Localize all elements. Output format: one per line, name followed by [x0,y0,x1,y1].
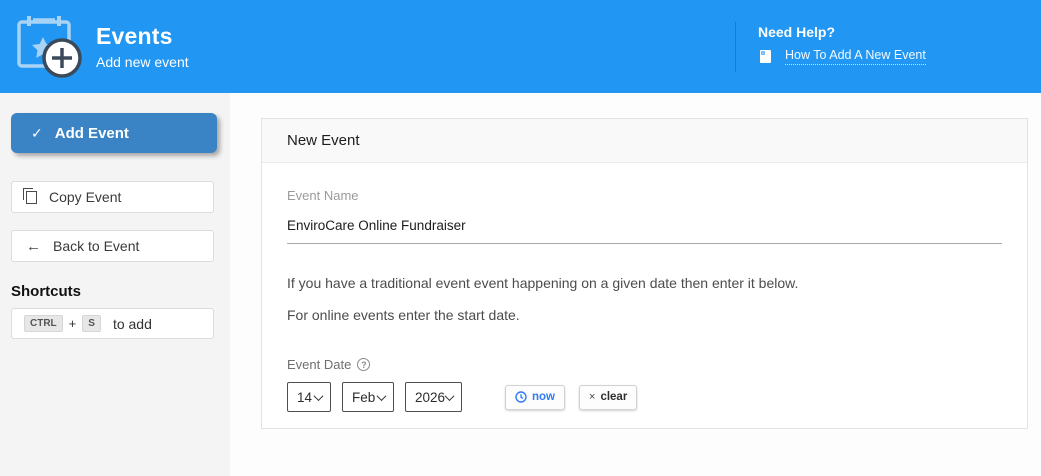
copy-icon [23,187,37,204]
help-area: Need Help? How To Add A New Event [735,22,926,72]
event-name-input[interactable]: EnviroCare Online Fundraiser [287,218,1002,244]
back-to-event-label: Back to Event [53,238,140,254]
calendar-star-plus-icon [17,15,82,78]
month-select-value: Feb [352,389,376,405]
sidebar: ✓ Add Event Copy Event ← Back to Event S… [0,93,230,476]
clear-label: clear [600,391,628,403]
book-icon [760,50,771,63]
main-content: New Event Event Name EnviroCare Online F… [230,93,1041,476]
back-arrow-icon: ← [26,237,41,255]
date-help-icon[interactable]: ? [357,358,371,371]
year-select[interactable]: 2026 [405,382,462,412]
card-title: New Event [287,132,360,149]
how-to-add-event-link[interactable]: How To Add A New Event [785,48,926,65]
events-brand-icon [0,12,96,82]
instructions-line2: For online events enter the start date. [287,307,520,323]
month-select[interactable]: Feb [342,382,394,412]
year-select-value: 2026 [415,389,446,405]
app-header: Events Add new event Need Help? How To A… [0,0,1041,93]
new-event-card: New Event Event Name EnviroCare Online F… [261,118,1028,429]
plus-sign: + [68,316,77,331]
page-subtitle: Add new event [96,54,189,70]
check-icon: ✓ [31,124,43,141]
back-to-event-button[interactable]: ← Back to Event [11,230,214,262]
now-button[interactable]: now [505,384,565,410]
s-key: S [82,315,101,332]
now-label: now [532,391,555,403]
instructions-line1: If you have a traditional event event ha… [287,275,799,291]
ctrl-key: CTRL [24,315,63,332]
day-select-value: 14 [297,389,313,405]
copy-event-label: Copy Event [49,189,122,205]
copy-event-button[interactable]: Copy Event [11,181,214,213]
clear-button[interactable]: × clear [579,384,638,410]
header-divider [735,22,736,72]
shortcut-suffix: to add [112,315,152,332]
page-title: Events [96,23,173,49]
event-date-label: Event Date [287,357,352,372]
add-event-label: Add Event [54,124,129,142]
shortcut-hint: CTRL + S to add [11,308,214,339]
chevron-down-icon [444,390,455,401]
day-select[interactable]: 14 [287,382,331,412]
event-name-label: Event Name [287,188,359,203]
chevron-down-icon [313,390,324,401]
chevron-down-icon [376,390,387,401]
x-icon: × [589,391,596,403]
card-header: New Event [262,119,1027,163]
clock-icon [515,391,527,403]
need-help-title: Need Help? [758,24,836,40]
add-event-button[interactable]: ✓ Add Event [11,113,217,153]
shortcuts-heading: Shortcuts [11,283,82,300]
